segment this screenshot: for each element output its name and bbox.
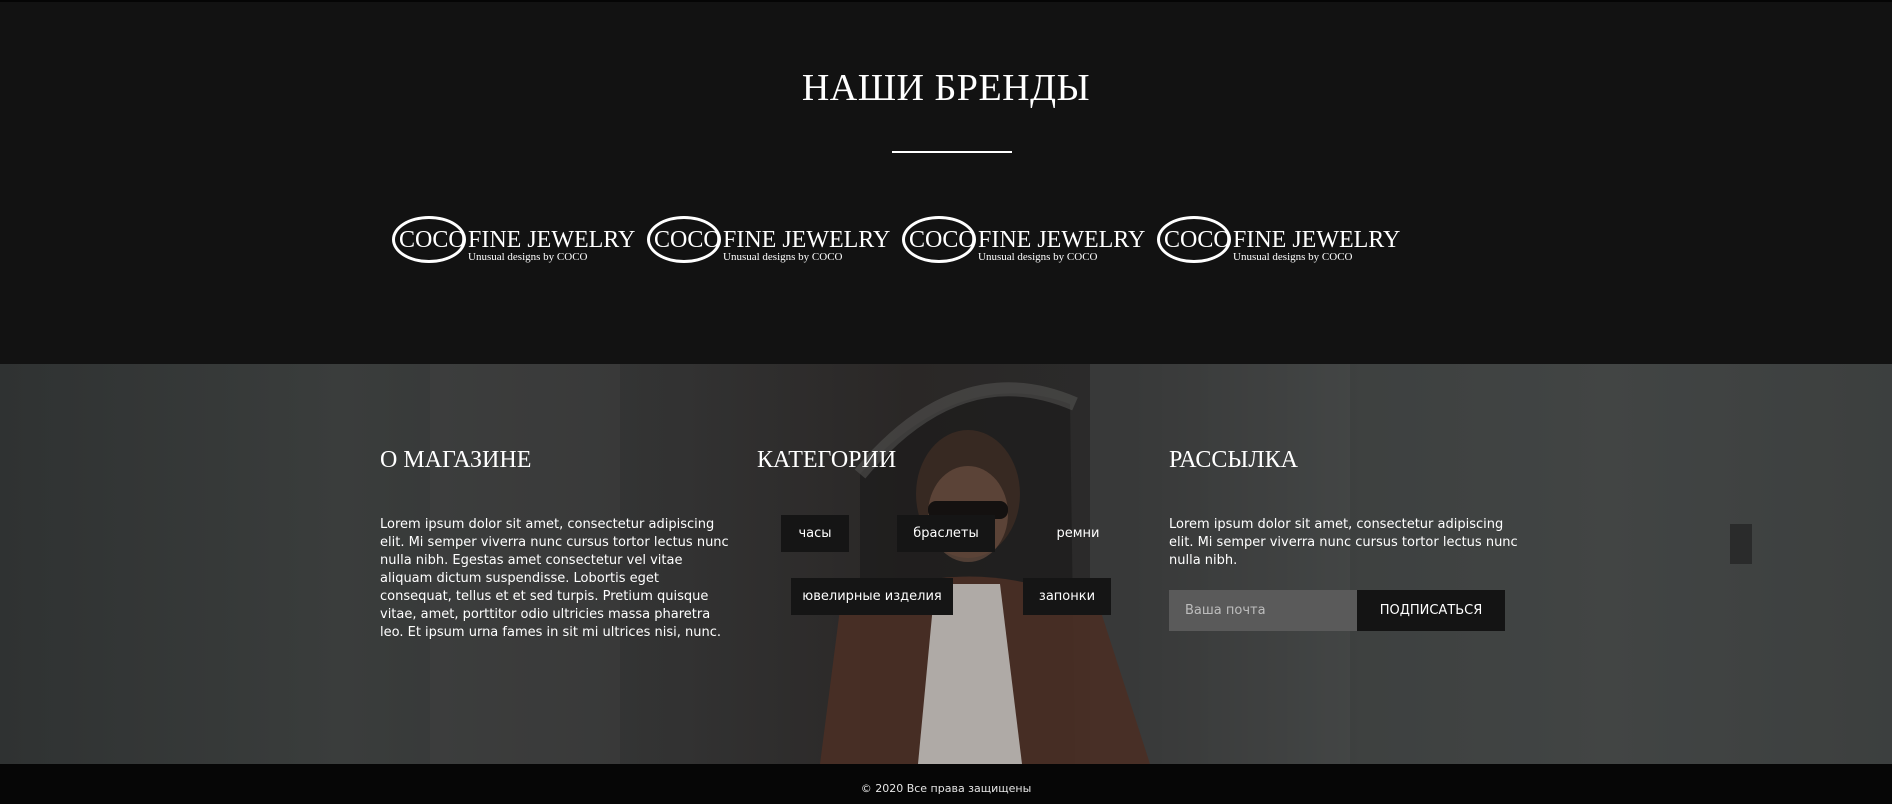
email-input[interactable] bbox=[1169, 590, 1357, 631]
logo-tagline: Unusual designs by COCO bbox=[978, 251, 1098, 263]
logo-tagline: Unusual designs by COCO bbox=[1233, 251, 1353, 263]
category-chip-jewelry[interactable]: ювелирные изделия bbox=[791, 578, 953, 615]
about-text: Lorem ipsum dolor sit amet, consectetur … bbox=[380, 517, 729, 640]
newsletter-title: РАССЫЛКА bbox=[1169, 447, 1298, 473]
logo-name: FINE JEWELRY bbox=[978, 227, 1146, 253]
logo-mark: COCO bbox=[654, 227, 721, 253]
brand-logo[interactable]: COCO FINE JEWELRY Unusual designs by COC… bbox=[1157, 216, 1400, 266]
subscribe-button[interactable]: ПОДПИСАТЬСЯ bbox=[1357, 590, 1505, 631]
brand-logo[interactable]: COCO FINE JEWELRY Unusual designs by COC… bbox=[902, 216, 1145, 266]
brands-section: НАШИ БРЕНДЫ COCO FINE JEWELRY Unusual de… bbox=[0, 0, 1892, 364]
footer-main: О МАГАЗИНЕ Lorem ipsum dolor sit amet, c… bbox=[0, 364, 1892, 764]
logo-name: FINE JEWELRY bbox=[468, 227, 636, 253]
category-chip-bracelets[interactable]: браслеты bbox=[897, 515, 995, 552]
logo-tagline: Unusual designs by COCO bbox=[468, 251, 588, 263]
background-photo bbox=[430, 364, 1892, 764]
title-divider bbox=[892, 151, 1012, 153]
subscribe-form: ПОДПИСАТЬСЯ bbox=[1169, 590, 1505, 631]
newsletter-text: Lorem ipsum dolor sit amet, consectetur … bbox=[1169, 517, 1518, 568]
about-title: О МАГАЗИНЕ bbox=[380, 447, 532, 473]
category-chip-watches[interactable]: часы bbox=[781, 515, 849, 552]
category-chip-cufflinks[interactable]: запонки bbox=[1023, 578, 1111, 615]
logo-mark: COCO bbox=[1164, 227, 1231, 253]
category-chip-belts[interactable]: ремни bbox=[1038, 515, 1118, 552]
copyright-text: © 2020 Все права защищены bbox=[860, 782, 1032, 795]
logo-name: FINE JEWELRY bbox=[1233, 227, 1401, 253]
logo-tagline: Unusual designs by COCO bbox=[723, 251, 843, 263]
copyright-bar: © 2020 Все права защищены bbox=[0, 764, 1892, 804]
logo-mark: COCO bbox=[399, 227, 466, 253]
brand-logo[interactable]: COCO FINE JEWELRY Unusual designs by COC… bbox=[392, 216, 635, 266]
categories-title: КАТЕГОРИИ bbox=[757, 447, 897, 473]
brands-title: НАШИ БРЕНДЫ bbox=[801, 67, 1091, 109]
brand-logos: COCO FINE JEWELRY Unusual designs by COC… bbox=[392, 216, 1400, 266]
logo-name: FINE JEWELRY bbox=[723, 227, 891, 253]
brand-logo[interactable]: COCO FINE JEWELRY Unusual designs by COC… bbox=[647, 216, 890, 266]
logo-mark: COCO bbox=[909, 227, 976, 253]
